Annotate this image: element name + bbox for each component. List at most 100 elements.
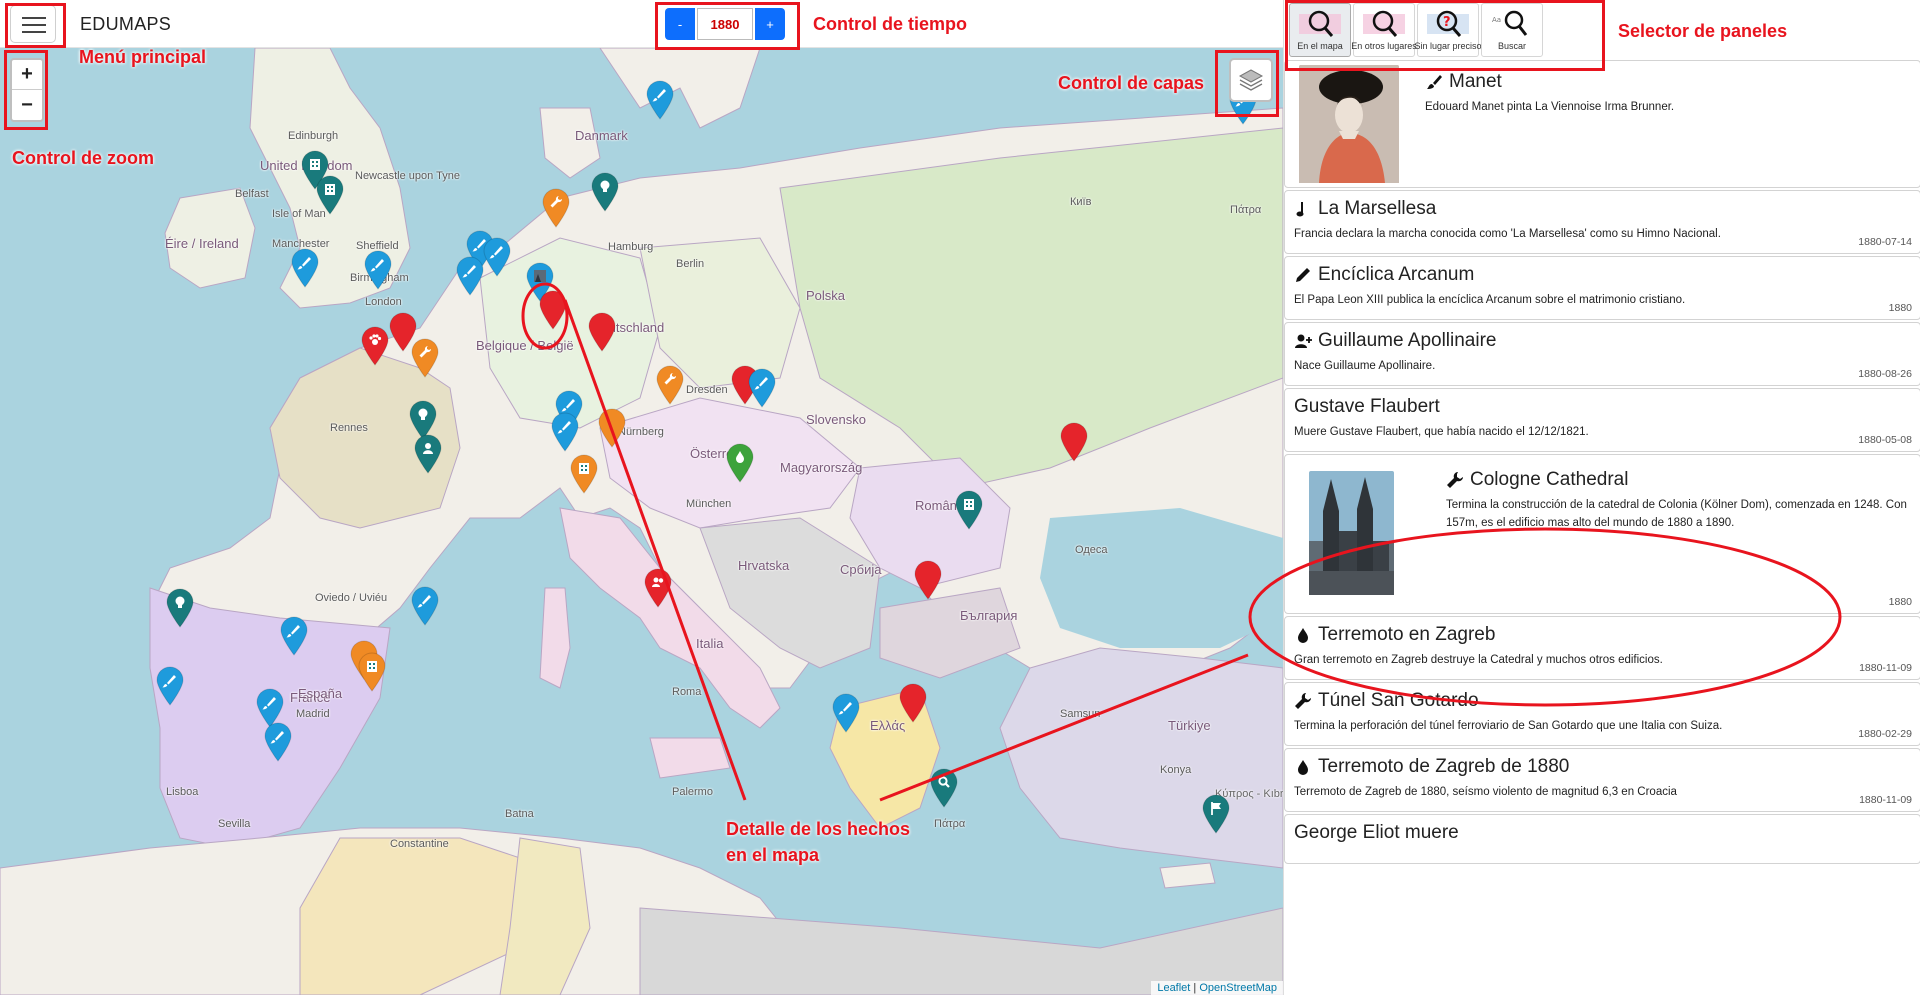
event-title: La Marsellesa	[1294, 198, 1910, 220]
attribution-separator: |	[1190, 982, 1200, 994]
map-marker-pin[interactable]	[1059, 422, 1089, 462]
event-title: Encíclica Arcanum	[1294, 264, 1910, 286]
pen-icon	[1294, 266, 1312, 284]
event-card[interactable]: Guillaume Apollinaire Nace Guillaume Apol…	[1284, 322, 1920, 386]
event-image-portrait	[1299, 65, 1399, 188]
annotation-zoom-label: Control de zoom	[12, 148, 154, 168]
map-marker-brush[interactable]	[290, 248, 320, 288]
map-marker-brush[interactable]	[155, 666, 185, 706]
map-marker-building[interactable]	[569, 454, 599, 494]
map-marker-brush[interactable]	[410, 586, 440, 626]
event-title: Terremoto en Zagreb	[1294, 624, 1910, 646]
event-title-text: Encíclica Arcanum	[1318, 264, 1475, 285]
event-title-text: La Marsellesa	[1318, 198, 1437, 219]
event-title: Cologne Cathedral	[1446, 469, 1910, 491]
map-label: Danmark	[575, 128, 628, 143]
event-date: 1880	[1888, 302, 1912, 314]
map-label: Constantine	[390, 838, 449, 850]
map-marker-paw[interactable]	[360, 326, 390, 366]
map-label: Türkiye	[1168, 718, 1211, 733]
event-card[interactable]: Terremoto en Zagreb Gran terremoto en Zag…	[1284, 616, 1920, 680]
map-attribution: Leaflet | OpenStreetMap	[1151, 981, 1283, 995]
map-marker-pin[interactable]	[597, 408, 627, 448]
event-list: Manet Edouard Manet pinta La Viennoise Ir…	[1284, 60, 1920, 995]
event-description: Termina la construcción de la catedral d…	[1446, 499, 1907, 529]
map-marker-brush[interactable]	[831, 693, 861, 733]
annotation-box-panels	[1285, 0, 1605, 71]
event-image-cathedral	[1309, 471, 1394, 600]
map-marker-flag[interactable]	[1201, 794, 1231, 834]
map-label: Polska	[806, 288, 846, 303]
map-marker-brush[interactable]	[363, 250, 393, 290]
map-marker-building[interactable]	[315, 175, 345, 215]
map-label: Palermo	[672, 786, 713, 798]
drop-icon	[1294, 758, 1312, 776]
map-label: Hrvatska	[738, 558, 790, 573]
event-date: 1880-05-08	[1858, 434, 1912, 446]
map-label: München	[686, 498, 732, 510]
event-title: George Eliot muere	[1294, 822, 1910, 844]
map-label: Oviedo / Uviéu	[315, 592, 388, 604]
map-marker-people[interactable]	[643, 568, 673, 608]
map-label: Belgique / België	[476, 338, 574, 353]
event-description: Termina la perforación del túnel ferrovi…	[1294, 720, 1723, 732]
map-label: Dresden	[686, 384, 728, 396]
drop-icon	[1294, 626, 1312, 644]
event-card[interactable]: Encíclica Arcanum El Papa Leon XIII publi…	[1284, 256, 1920, 320]
map-label: Madrid	[296, 708, 330, 720]
map-marker-brush[interactable]	[455, 256, 485, 296]
music-note-icon	[1294, 200, 1312, 218]
map-label: България	[960, 608, 1018, 623]
map-marker-pin[interactable]	[587, 312, 617, 352]
event-card[interactable]: Túnel San Gotardo Termina la perforación …	[1284, 682, 1920, 746]
map-label: Magyarország	[780, 460, 863, 475]
event-title-text: Manet	[1449, 71, 1502, 92]
map-label: Newcastle upon Tyne	[355, 170, 460, 182]
event-card[interactable]: Terremoto de Zagreb de 1880 Terremoto de …	[1284, 748, 1920, 812]
map-marker-bulb[interactable]	[590, 172, 620, 212]
map-marker-building[interactable]	[357, 652, 387, 692]
map-label: Πάτρα	[934, 818, 966, 830]
event-description: Nace Guillaume Apollinaire.	[1294, 360, 1436, 372]
map-marker-drop[interactable]	[725, 443, 755, 483]
map-view[interactable]: United Kingdom Éire / Ireland Danmark De…	[0, 48, 1283, 995]
event-card[interactable]: Manet Edouard Manet pinta La Viennoise Ir…	[1284, 60, 1920, 188]
paintbrush-icon	[1425, 73, 1443, 91]
map-marker-wrench[interactable]	[410, 338, 440, 378]
event-title-text: Guillaume Apollinaire	[1318, 330, 1497, 351]
event-title: Gustave Flaubert	[1294, 396, 1910, 418]
events-panel: En el mapa En otros lugares? Sin lugar pre…	[1283, 0, 1920, 995]
map-marker-wrench[interactable]	[655, 365, 685, 405]
event-card[interactable]: Gustave Flaubert Muere Gustave Flaubert, …	[1284, 388, 1920, 452]
leaflet-link[interactable]: Leaflet	[1157, 982, 1190, 994]
event-title-text: Gustave Flaubert	[1294, 396, 1440, 417]
event-date: 1880-11-09	[1859, 662, 1912, 674]
map-label: Konya	[1160, 764, 1192, 776]
map-marker-brush[interactable]	[645, 80, 675, 120]
map-marker-building[interactable]	[954, 490, 984, 530]
annotation-box-time	[655, 2, 800, 50]
map-marker-brush[interactable]	[279, 616, 309, 656]
map-label: Batna	[505, 808, 534, 820]
map-marker-wrench[interactable]	[541, 188, 571, 228]
map-label: Hamburg	[608, 241, 654, 253]
event-description: Terremoto de Zagreb de 1880, seísmo viol…	[1294, 786, 1677, 798]
top-bar: EDUMAPS - +	[0, 0, 1283, 48]
map-marker-bulb[interactable]	[165, 588, 195, 628]
map-base-layer	[0, 48, 1283, 995]
map-marker-search[interactable]	[929, 768, 959, 808]
map-marker-brush[interactable]	[263, 722, 293, 762]
map-marker-pin[interactable]	[913, 560, 943, 600]
event-card[interactable]: George Eliot muere	[1284, 814, 1920, 864]
event-card[interactable]: La Marsellesa Francia declara la marcha c…	[1284, 190, 1920, 254]
event-description: El Papa Leon XIII publica la encíclica A…	[1294, 294, 1686, 306]
map-marker-brush[interactable]	[747, 368, 777, 408]
event-date: 1880	[1888, 596, 1912, 608]
map-marker-brush[interactable]	[550, 412, 580, 452]
map-marker-pin[interactable]	[538, 290, 568, 330]
osm-link[interactable]: OpenStreetMap	[1199, 982, 1277, 994]
map-marker-pin[interactable]	[898, 683, 928, 723]
map-marker-brush[interactable]	[482, 237, 512, 277]
map-marker-person[interactable]	[413, 434, 443, 474]
event-card[interactable]: Cologne Cathedral Termina la construcción…	[1284, 454, 1920, 614]
